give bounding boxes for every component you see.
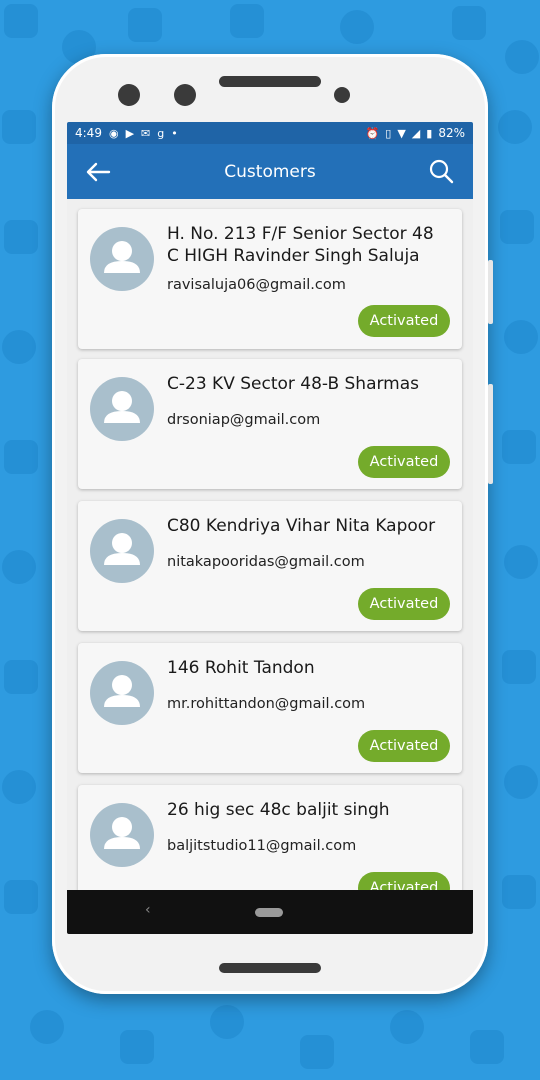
user-icon (104, 675, 140, 707)
search-icon[interactable] (427, 157, 455, 185)
front-camera (118, 84, 140, 106)
avatar (90, 803, 154, 867)
volume-button (488, 260, 493, 324)
customer-card[interactable]: 26 hig sec 48c baljit singh baljitstudio… (78, 785, 462, 890)
screen: 4:49 ◉ ▶ ✉ g • ⏰ ▯ ▼ ◢ ▮ 82% Customers H… (67, 122, 473, 934)
status-badge[interactable]: Activated (358, 305, 450, 337)
status-badge[interactable]: Activated (358, 588, 450, 620)
user-icon (104, 391, 140, 423)
phone-frame: 4:49 ◉ ▶ ✉ g • ⏰ ▯ ▼ ◢ ▮ 82% Customers H… (52, 54, 493, 994)
status-badge[interactable]: Activated (358, 446, 450, 478)
proximity-sensor (334, 87, 350, 103)
signal-icon: ◢ (411, 126, 421, 140)
customer-name: C80 Kendriya Vihar Nita Kapoor (167, 516, 436, 536)
customer-card[interactable]: C80 Kendriya Vihar Nita Kapoor nitakapoo… (78, 501, 462, 631)
back-arrow-icon[interactable] (83, 157, 113, 187)
avatar (90, 661, 154, 725)
battery-icon: ▮ (426, 126, 433, 140)
alarm-icon: ⏰ (365, 126, 380, 140)
youtube-icon: ▶ (125, 126, 135, 140)
avatar (90, 377, 154, 441)
customer-card[interactable]: 146 Rohit Tandon mr.rohittandon@gmail.co… (78, 643, 462, 773)
customer-name: H. No. 213 F/F Senior Sector 48 C HIGH R… (167, 224, 434, 266)
system-nav-bar: ‹ (67, 890, 473, 934)
avatar (90, 227, 154, 291)
status-badge[interactable]: Activated (358, 730, 450, 762)
customer-name: 26 hig sec 48c baljit singh (167, 800, 390, 820)
customer-list[interactable]: H. No. 213 F/F Senior Sector 48 C HIGH R… (67, 199, 473, 890)
avatar (90, 519, 154, 583)
customer-name: C-23 KV Sector 48-B Sharmas (167, 374, 420, 394)
battery-percent: 82% (438, 126, 465, 140)
power-button (488, 384, 493, 484)
earpiece-speaker (219, 76, 321, 87)
customer-name: 146 Rohit Tandon (167, 658, 315, 678)
status-badge[interactable]: Activated (358, 872, 450, 890)
customer-email: ravisaluja06@gmail.com (167, 277, 346, 293)
customer-email: nitakapooridas@gmail.com (167, 554, 365, 570)
status-bar: 4:49 ◉ ▶ ✉ g • ⏰ ▯ ▼ ◢ ▮ 82% (67, 122, 473, 144)
vibrate-icon: ▯ (385, 126, 392, 140)
customer-card[interactable]: H. No. 213 F/F Senior Sector 48 C HIGH R… (78, 209, 462, 349)
customer-email: baljitstudio11@gmail.com (167, 838, 357, 854)
nav-home-pill[interactable] (255, 908, 283, 917)
page-title: Customers (224, 161, 316, 182)
wifi-icon: ▼ (397, 126, 406, 140)
status-time: 4:49 (75, 126, 102, 140)
gpay-icon: g (157, 126, 165, 140)
user-icon (104, 533, 140, 565)
customer-card[interactable]: C-23 KV Sector 48-B Sharmas drsoniap@gma… (78, 359, 462, 489)
bottom-speaker (219, 963, 321, 973)
mail-icon: ✉ (141, 126, 151, 140)
front-camera-2 (174, 84, 196, 106)
nav-back-icon[interactable]: ‹ (145, 902, 151, 918)
more-dot-icon: • (171, 126, 178, 140)
user-icon (104, 817, 140, 849)
user-icon (104, 241, 140, 273)
customer-email: mr.rohittandon@gmail.com (167, 696, 366, 712)
whatsapp-icon: ◉ (108, 126, 119, 140)
customer-email: drsoniap@gmail.com (167, 412, 321, 428)
app-bar: Customers (67, 144, 473, 199)
